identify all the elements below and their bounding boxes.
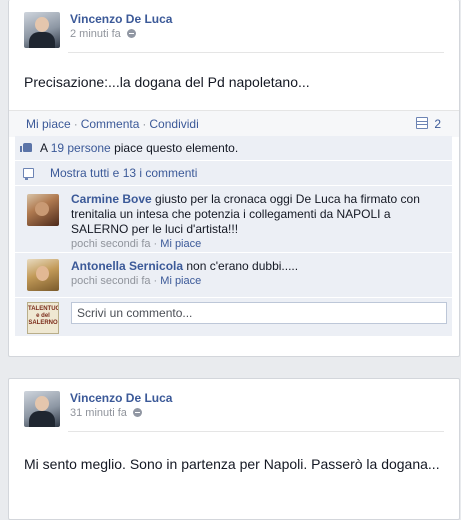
- header-divider: [68, 431, 444, 432]
- commenter-name[interactable]: Antonella Sernicola: [71, 259, 183, 273]
- likes-suffix: piace questo elemento.: [114, 141, 239, 155]
- author-avatar[interactable]: [24, 12, 60, 48]
- likes-prefix: A: [40, 141, 48, 155]
- like-link[interactable]: Mi piace: [26, 117, 71, 131]
- commenter-avatar[interactable]: [27, 259, 59, 291]
- comment-like-link[interactable]: Mi piace: [160, 238, 201, 250]
- comment-link[interactable]: Commenta: [81, 117, 140, 131]
- comment-meta: pochi secondi fa · Mi piace: [71, 238, 202, 250]
- write-comment-input[interactable]: [71, 302, 447, 324]
- viewer-avatar-text: TALENTUOSO e del SALERNO: [28, 306, 58, 326]
- comment-count-icon: [416, 117, 429, 129]
- header-divider: [68, 52, 444, 53]
- post-timestamp[interactable]: 31 minuti fa: [70, 407, 142, 419]
- comment-text: non c'erano dubbi.....: [186, 259, 299, 273]
- post-text: Precisazione:...la dogana del Pd napolet…: [24, 74, 310, 90]
- post-time-text[interactable]: 31 minuti fa: [70, 407, 127, 419]
- comment-time[interactable]: pochi secondi fa: [71, 238, 151, 250]
- author-name[interactable]: Vincenzo De Luca: [70, 391, 172, 405]
- globe-icon: [132, 408, 142, 417]
- post-card: Vincenzo De Luca 2 minuti fa Precisazion…: [8, 0, 460, 357]
- comment-count[interactable]: 2: [416, 111, 441, 137]
- feedback-panel: A 19 persone piace questo elemento. Most…: [15, 136, 452, 337]
- comment-time[interactable]: pochi secondi fa: [71, 275, 151, 287]
- view-all-comments-link[interactable]: Mostra tutti e 13 i commenti: [50, 161, 197, 185]
- author-avatar[interactable]: [24, 391, 60, 427]
- post-timestamp[interactable]: 2 minuti fa: [70, 28, 136, 40]
- post-time-text[interactable]: 2 minuti fa: [70, 28, 121, 40]
- view-all-comments[interactable]: Mostra tutti e 13 i commenti: [15, 161, 452, 186]
- post-actions: Mi piace · Commenta · Condividi 2: [9, 110, 459, 137]
- author-name[interactable]: Vincenzo De Luca: [70, 12, 172, 26]
- globe-icon: [126, 29, 136, 38]
- comment-meta: pochi secondi fa · Mi piace: [71, 275, 202, 287]
- post-header: Vincenzo De Luca 2 minuti fa: [24, 12, 444, 52]
- comments-icon: [23, 168, 34, 180]
- write-comment-row: TALENTUOSO e del SALERNO: [15, 298, 452, 337]
- commenter-avatar[interactable]: [27, 194, 59, 226]
- comment-item: Carmine Bove giusto per la cronaca oggi …: [15, 186, 452, 253]
- comment-like-link[interactable]: Mi piace: [160, 275, 201, 287]
- commenter-name[interactable]: Carmine Bove: [71, 192, 152, 206]
- comment-item: Antonella Sernicola non c'erano dubbi...…: [15, 253, 452, 298]
- share-link[interactable]: Condividi: [149, 117, 198, 131]
- comment-count-value: 2: [434, 117, 441, 131]
- likes-summary: A 19 persone piace questo elemento.: [15, 136, 452, 161]
- likes-people-link[interactable]: 19 persone: [51, 141, 111, 155]
- post-card: Vincenzo De Luca 31 minuti fa Mi sento m…: [8, 378, 460, 520]
- viewer-avatar: TALENTUOSO e del SALERNO: [27, 302, 59, 334]
- post-header: Vincenzo De Luca 31 minuti fa: [24, 391, 444, 431]
- post-text: Mi sento meglio. Sono in partenza per Na…: [24, 456, 440, 472]
- thumbs-up-icon: [20, 143, 32, 152]
